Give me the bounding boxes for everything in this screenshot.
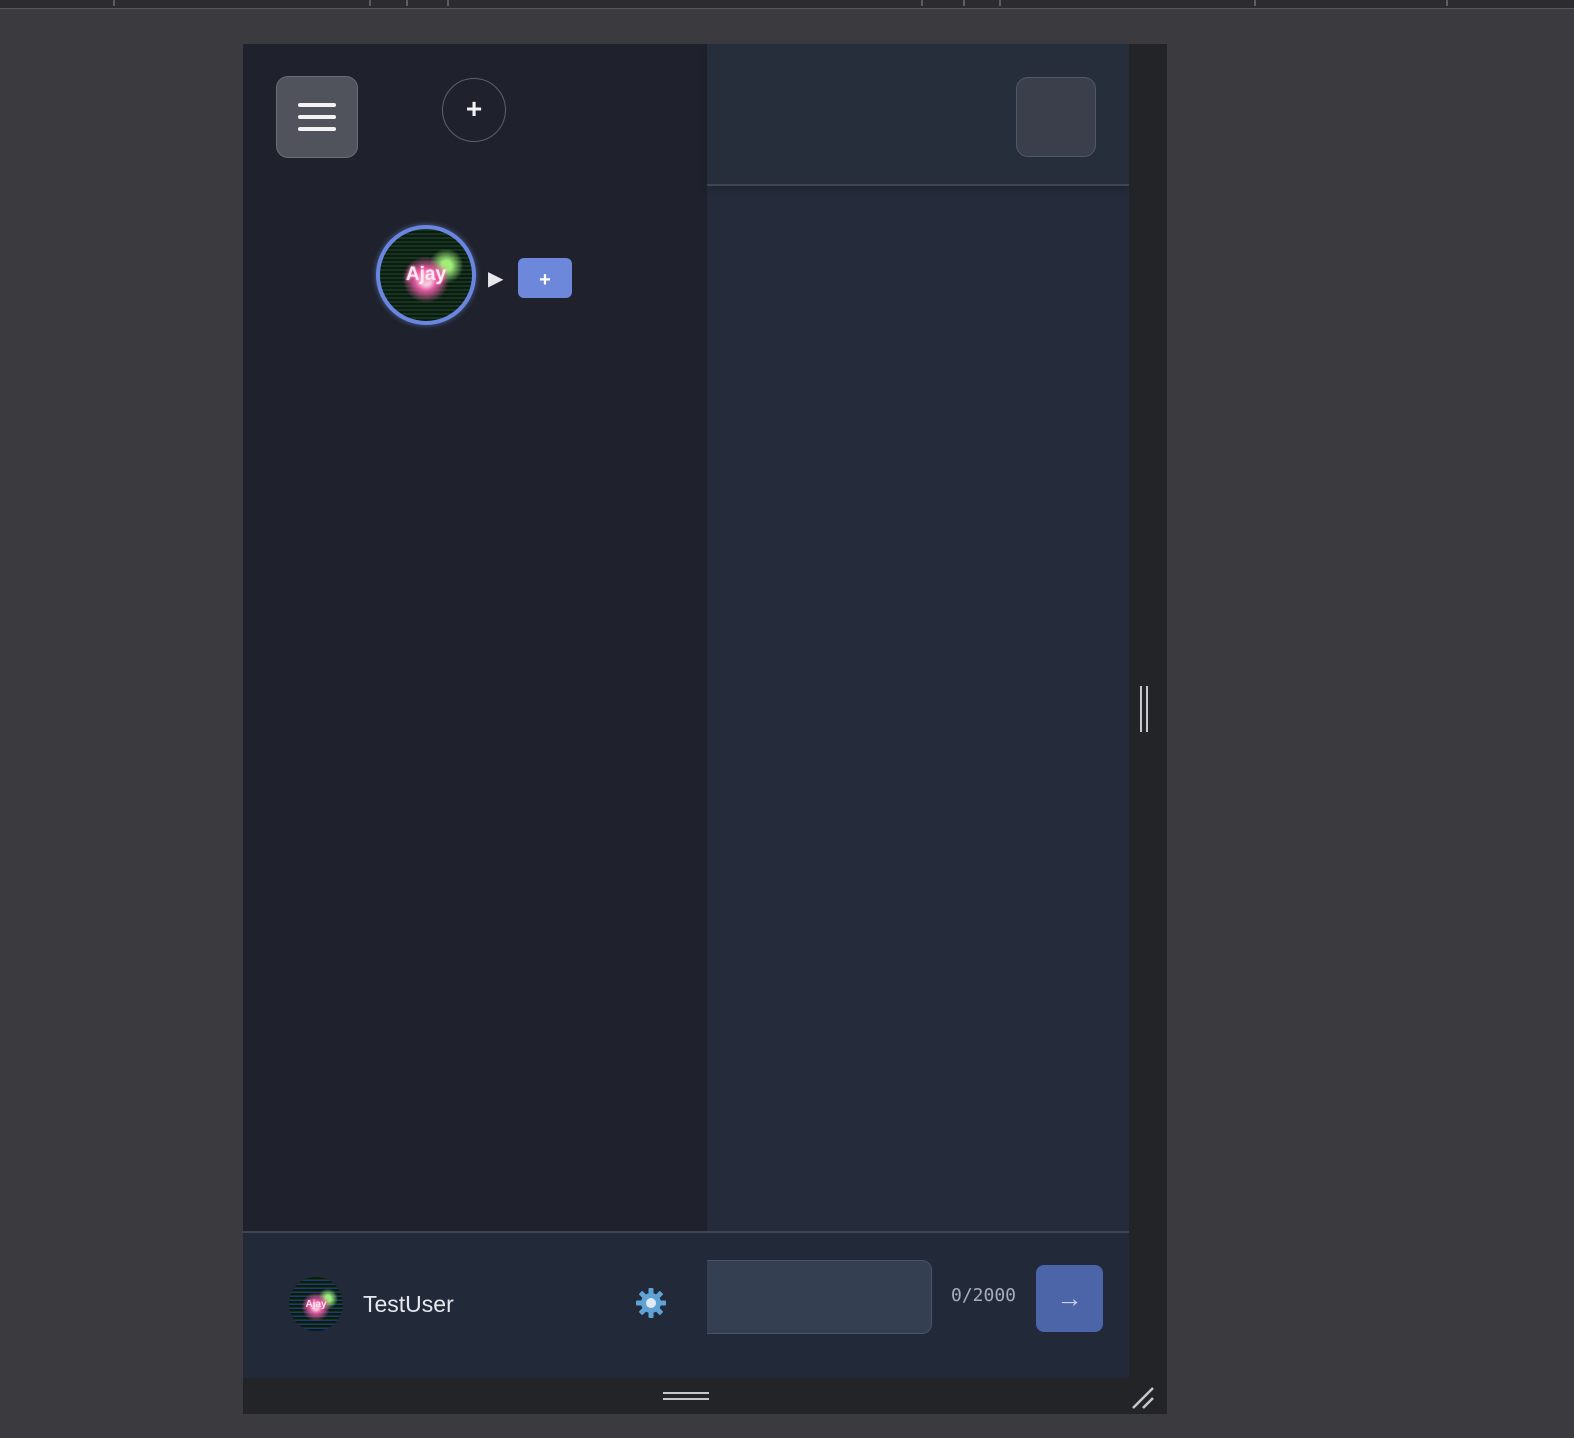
server-sidebar: + Ajay ▶ + Ajay TestUser bbox=[243, 44, 709, 1380]
vertical-grip-icon[interactable] bbox=[1140, 686, 1148, 732]
ruler-tick bbox=[1254, 0, 1256, 6]
resize-corner-icon[interactable] bbox=[1129, 1384, 1157, 1412]
header-action-button[interactable] bbox=[1016, 77, 1096, 157]
add-channel-button[interactable]: + bbox=[518, 258, 572, 298]
ruler-tick bbox=[921, 0, 923, 6]
message-input[interactable] bbox=[707, 1260, 932, 1334]
chat-area: 0/2000 → bbox=[707, 44, 1129, 1380]
server-avatar[interactable]: Ajay bbox=[376, 225, 476, 325]
chat-header bbox=[707, 44, 1129, 186]
ruler-tick bbox=[999, 0, 1001, 6]
gear-icon[interactable] bbox=[634, 1286, 668, 1320]
hamburger-icon bbox=[298, 127, 336, 131]
new-server-button[interactable]: + bbox=[442, 78, 506, 142]
menu-button[interactable] bbox=[276, 76, 358, 158]
hamburger-icon bbox=[298, 103, 336, 107]
ruler-tick bbox=[963, 0, 965, 6]
horizontal-grip-icon[interactable] bbox=[663, 1392, 709, 1400]
plus-icon: + bbox=[539, 269, 551, 291]
ruler-tick bbox=[1446, 0, 1448, 6]
plus-icon: + bbox=[465, 93, 483, 124]
app-window: + Ajay ▶ + Ajay TestUser 0/2000 → bbox=[243, 44, 1167, 1414]
user-panel: Ajay TestUser bbox=[243, 1231, 707, 1380]
ruler-tick bbox=[447, 0, 449, 6]
send-button[interactable]: → bbox=[1036, 1265, 1103, 1332]
top-ruler bbox=[0, 0, 1574, 9]
username: TestUser bbox=[363, 1291, 454, 1317]
message-composer: 0/2000 → bbox=[707, 1231, 1129, 1380]
user-avatar[interactable]: Ajay bbox=[289, 1277, 343, 1331]
server-avatar-text: Ajay bbox=[405, 264, 447, 285]
ruler-tick bbox=[406, 0, 408, 6]
user-avatar-text: Ajay bbox=[305, 1298, 327, 1310]
server-item[interactable]: Ajay bbox=[376, 225, 480, 329]
expand-arrow-icon[interactable]: ▶ bbox=[488, 266, 503, 291]
hamburger-icon bbox=[298, 115, 336, 119]
ruler-tick bbox=[369, 0, 371, 6]
arrow-right-icon: → bbox=[1056, 1283, 1083, 1313]
ruler-tick bbox=[113, 0, 115, 6]
character-counter: 0/2000 bbox=[951, 1285, 1017, 1306]
bottom-bar bbox=[243, 1378, 1167, 1414]
side-gutter bbox=[1129, 44, 1167, 1378]
